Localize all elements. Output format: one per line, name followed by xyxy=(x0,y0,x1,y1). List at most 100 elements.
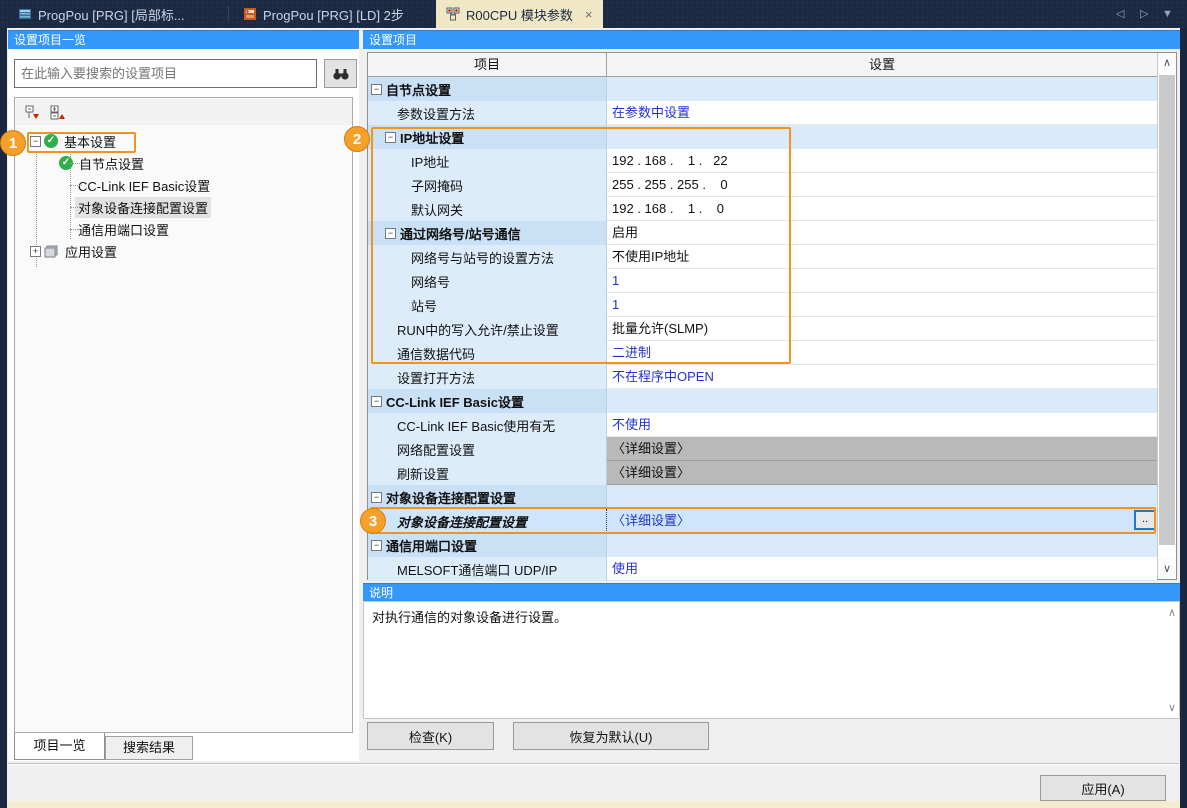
table-row[interactable]: IP地址192 . 168 . 1 . 22 xyxy=(368,149,1157,173)
collapse-icon[interactable]: − xyxy=(371,540,382,551)
table-row[interactable]: 网络号与站号的设置方法 不使用IP地址 xyxy=(368,245,1157,269)
table-row[interactable]: −自节点设置 xyxy=(368,77,1157,101)
tab-r00cpu-module-parameter[interactable]: R00CPU 模块参数 × xyxy=(436,0,603,28)
value-cell[interactable]: 〈详细设置〉 xyxy=(607,461,1157,485)
item-cell: −通过网络号/站号通信 xyxy=(368,221,607,245)
table-row[interactable]: 默认网关192 . 168 . 1 . 0 xyxy=(368,197,1157,221)
collapse-icon[interactable]: − xyxy=(371,396,382,407)
table-row[interactable]: 刷新设置〈详细设置〉 xyxy=(368,461,1157,485)
value-cell[interactable]: 〈详细设置〉 xyxy=(607,437,1157,461)
tab-progpou-local-label[interactable]: ProgPou [PRG] [局部标... xyxy=(8,0,195,28)
settings-table-header: 项目 设置 xyxy=(368,53,1157,77)
value-cell[interactable]: 不在程序中OPEN xyxy=(607,365,1157,389)
value-cell[interactable]: 1 xyxy=(607,269,1157,293)
item-cell: 参数设置方法 xyxy=(368,101,607,125)
search-input[interactable] xyxy=(14,59,317,88)
column-header-item: 项目 xyxy=(368,53,607,76)
tree-node-basic-settings[interactable]: − ✓ 基本设置 xyxy=(15,130,352,152)
collapse-icon[interactable]: − xyxy=(371,492,382,503)
item-cell: 网络配置设置 xyxy=(368,437,607,461)
tree-node-target-device-config[interactable]: 对象设备连接配置设置 xyxy=(15,196,352,218)
item-cell: 网络号 xyxy=(368,269,607,293)
table-row[interactable]: −CC-Link IEF Basic设置 xyxy=(368,389,1157,413)
bottom-tab-search-result[interactable]: 搜索结果 xyxy=(105,736,193,760)
tree-node-label: CC-Link IEF Basic设置 xyxy=(75,175,213,196)
expand-all-icon[interactable] xyxy=(50,105,67,120)
value-cell[interactable] xyxy=(607,77,1157,101)
scroll-down-icon[interactable]: ∨ xyxy=(1158,559,1176,579)
table-row[interactable]: 通信数据代码二进制 xyxy=(368,341,1157,365)
value-cell[interactable]: 192 . 168 . 1 . 0 xyxy=(607,197,1157,221)
search-button[interactable] xyxy=(324,59,357,88)
tree-node-label: 基本设置 xyxy=(61,131,119,152)
table-scrollbar[interactable]: ∧ ∨ xyxy=(1157,53,1176,579)
value-cell[interactable]: 不使用IP地址 xyxy=(607,245,1157,269)
ladder-program-icon xyxy=(243,7,257,21)
detail-browse-button[interactable]: .. xyxy=(1134,510,1156,530)
table-row[interactable]: 设置打开方法不在程序中OPEN xyxy=(368,365,1157,389)
bottom-tab-item-list[interactable]: 项目一览 xyxy=(14,733,105,760)
setting-tree: − ✓ 基本设置 ✓ 自节点设置 CC-Link IEF Basic设置 对象设… xyxy=(15,130,352,262)
table-row[interactable]: −IP地址设置 xyxy=(368,125,1157,149)
tab-label: R00CPU 模块参数 xyxy=(466,5,573,24)
apply-button[interactable]: 应用(A) xyxy=(1040,775,1166,801)
item-cell: 网络号与站号的设置方法 xyxy=(368,245,607,269)
value-cell[interactable]: 启用 xyxy=(607,221,1157,245)
table-row[interactable]: RUN中的写入允许/禁止设置批量允许(SLMP) xyxy=(368,317,1157,341)
collapse-icon[interactable]: − xyxy=(385,228,396,239)
value-cell[interactable]: 1 xyxy=(607,293,1157,317)
item-label: 网络号与站号的设置方法 xyxy=(411,248,554,267)
check-button[interactable]: 检查(K) xyxy=(367,722,494,750)
tree-node-label: 对象设备连接配置设置 xyxy=(75,197,211,218)
tab-scroll-right-icon[interactable]: ▷ xyxy=(1140,0,1148,28)
tab-scroll-left-icon[interactable]: ◁ xyxy=(1116,0,1124,28)
desc-scroll-up-icon[interactable]: ∧ xyxy=(1168,606,1176,619)
value-cell[interactable] xyxy=(607,485,1157,509)
collapse-icon[interactable]: − xyxy=(30,136,41,147)
tree-node-comm-port-setting[interactable]: 通信用端口设置 xyxy=(15,218,352,240)
tree-node-label: 应用设置 xyxy=(62,241,120,262)
table-row[interactable]: −通信用端口设置 xyxy=(368,533,1157,557)
tree-node-own-node-setting[interactable]: ✓ 自节点设置 xyxy=(15,152,352,174)
item-cell: 站号 xyxy=(368,293,607,317)
value-cell[interactable] xyxy=(607,125,1157,149)
table-row[interactable]: CC-Link IEF Basic使用有无不使用 xyxy=(368,413,1157,437)
tree-node-application-settings[interactable]: + 应用设置 xyxy=(15,240,352,262)
item-cell: −通信用端口设置 xyxy=(368,533,607,557)
expand-icon[interactable]: + xyxy=(30,246,41,257)
tab-list-menu-icon[interactable]: ▼ xyxy=(1162,0,1173,28)
tab-progpou-ld[interactable]: ProgPou [PRG] [LD] 2步 xyxy=(233,0,414,28)
tree-node-cclink-ief-basic[interactable]: CC-Link IEF Basic设置 xyxy=(15,174,352,196)
value-cell[interactable]: 在参数中设置 xyxy=(607,101,1157,125)
table-row[interactable]: 对象设备连接配置设置〈详细设置〉.. xyxy=(368,509,1157,533)
collapse-icon[interactable]: − xyxy=(385,132,396,143)
value-cell[interactable] xyxy=(607,389,1157,413)
value-cell[interactable]: 〈详细设置〉.. xyxy=(607,509,1157,533)
value-cell[interactable]: 不使用 xyxy=(607,413,1157,437)
collapse-all-icon[interactable] xyxy=(25,105,42,120)
scrollbar-thumb[interactable] xyxy=(1159,75,1175,545)
table-row[interactable]: 站号1 xyxy=(368,293,1157,317)
value-cell[interactable]: 使用 xyxy=(607,557,1157,581)
value-cell[interactable]: 批量允许(SLMP) xyxy=(607,317,1157,341)
table-row[interactable]: 子网掩码255 . 255 . 255 . 0 xyxy=(368,173,1157,197)
table-row[interactable]: 网络号1 xyxy=(368,269,1157,293)
tab-close-icon[interactable]: × xyxy=(585,7,593,22)
collapse-icon[interactable]: − xyxy=(371,84,382,95)
value-cell[interactable]: 192 . 168 . 1 . 22 xyxy=(607,149,1157,173)
table-row[interactable]: −对象设备连接配置设置 xyxy=(368,485,1157,509)
table-row[interactable]: 参数设置方法在参数中设置 xyxy=(368,101,1157,125)
restore-default-button[interactable]: 恢复为默认(U) xyxy=(513,722,709,750)
item-cell: MELSOFT通信端口 UDP/IP xyxy=(368,557,607,581)
item-label: 网络配置设置 xyxy=(397,440,475,459)
table-row[interactable]: MELSOFT通信端口 UDP/IP使用 xyxy=(368,557,1157,581)
scroll-up-icon[interactable]: ∧ xyxy=(1158,53,1176,73)
table-row[interactable]: −通过网络号/站号通信启用 xyxy=(368,221,1157,245)
value-cell[interactable] xyxy=(607,533,1157,557)
item-cell: CC-Link IEF Basic使用有无 xyxy=(368,413,607,437)
item-cell: −CC-Link IEF Basic设置 xyxy=(368,389,607,413)
table-row[interactable]: 网络配置设置 〈详细设置〉 xyxy=(368,437,1157,461)
desc-scroll-down-icon[interactable]: ∨ xyxy=(1168,701,1176,714)
value-cell[interactable]: 二进制 xyxy=(607,341,1157,365)
value-cell[interactable]: 255 . 255 . 255 . 0 xyxy=(607,173,1157,197)
